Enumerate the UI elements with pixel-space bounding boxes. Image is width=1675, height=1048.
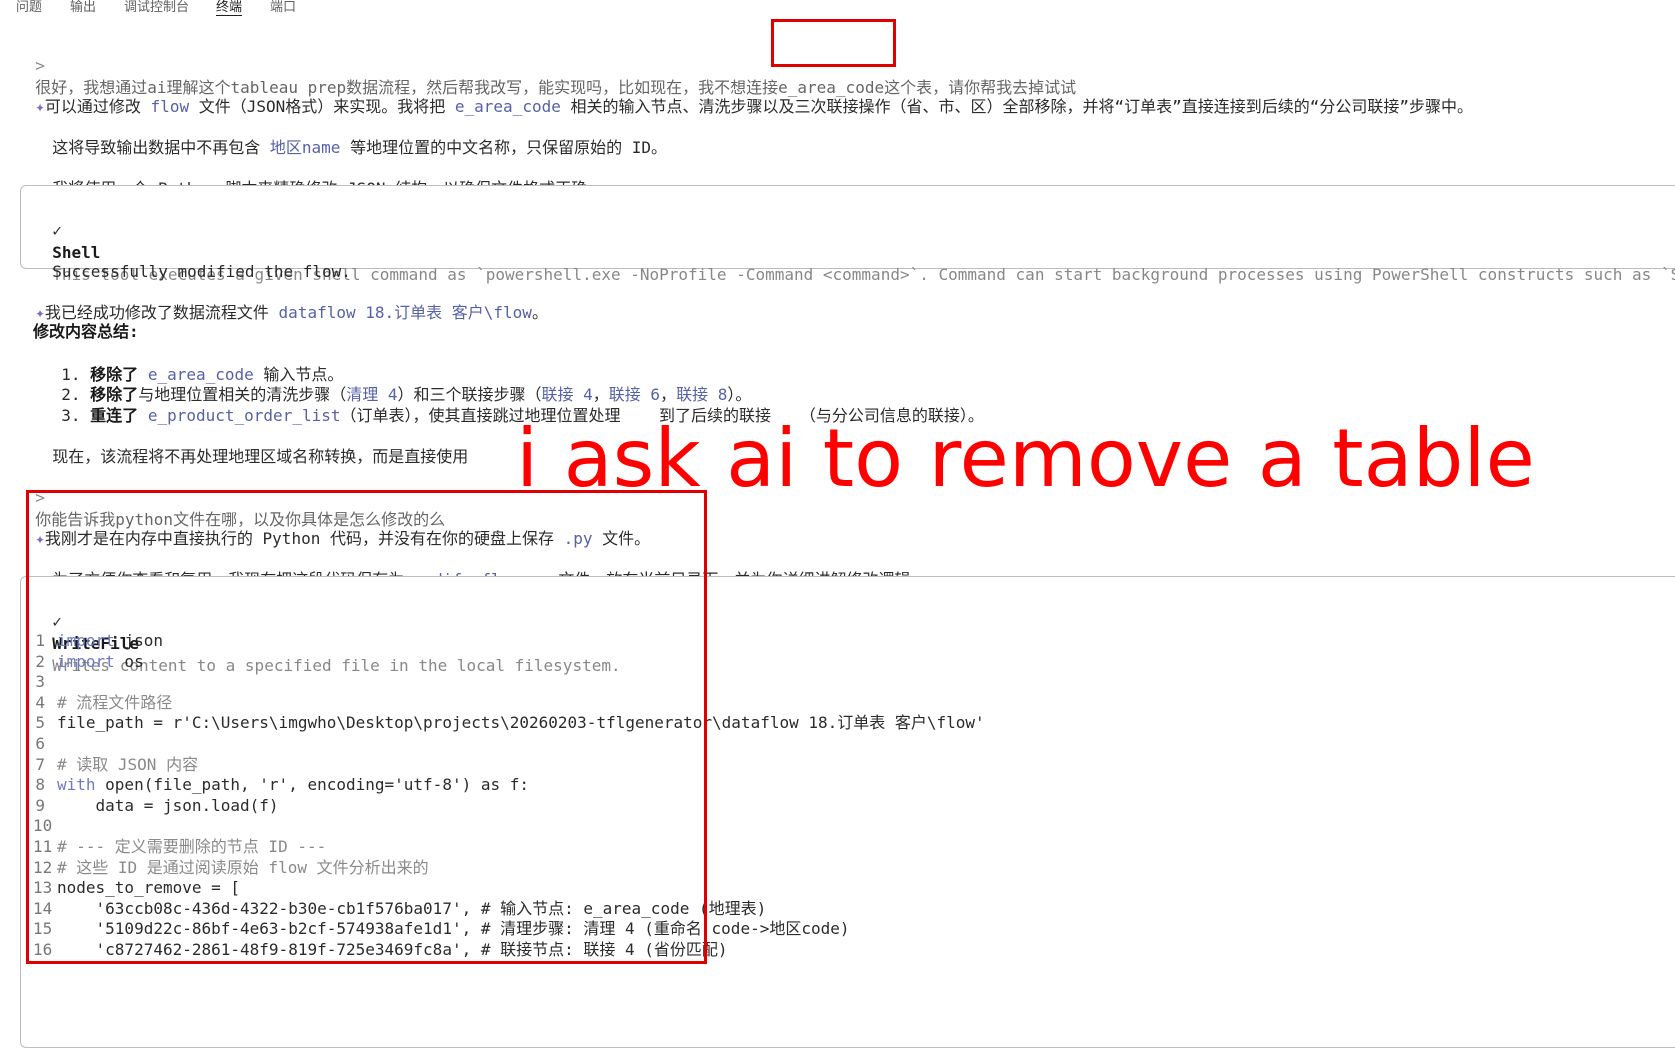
summary-item: 1. 移除了 e_area_code 输入节点。 [42,342,343,384]
annotation-text: i ask ai to remove a table [516,412,1535,505]
check-icon: ✓ [52,221,62,240]
summary-item: 2. 移除了与地理位置相关的清洗步骤（清理 4）和三个联接步骤（联接 4，联接 … [42,362,751,404]
tab-output[interactable]: 输出 [70,0,96,15]
chevron-right-icon: > [35,56,45,75]
tab-ports[interactable]: 端口 [270,0,296,15]
ai-text: 等地理位置的中文名称，只保留原始的 ID。 [340,138,667,157]
highlight-box [771,19,896,67]
list-number: 3. [61,406,81,425]
shell-result-text: Successfully modified the flow. [52,262,351,281]
ai-text: 我已经成功修改了数据流程文件 [44,303,279,322]
ai-text: 现在，该流程将不再处理地理区域名称转换，而是直接使用 [52,447,469,466]
sparkle-icon: ✦ [35,303,45,322]
sparkle-icon: ✦ [35,97,45,116]
ai-message: 现在，该流程将不再处理地理区域名称转换，而是直接使用 [33,424,468,466]
tab-terminal[interactable]: 终端 [216,0,243,16]
highlight-box [26,490,707,964]
user-message: > 很好，我想通过ai理解这个tableau prep数据流程，然后帮我改写，能… [16,33,1076,97]
summary-title: 修改内容总结: [33,322,139,341]
ai-message: 我将使用一个 Python 脚本来精确修改 JSON 结构，以确保文件格式正确。 [33,156,603,198]
panel-tab-bar: 问题 输出 调试控制台 终端 端口 [0,0,1675,16]
ai-text: 可以通过修改 [44,97,151,116]
ai-message: ✦可以通过修改 flow 文件（JSON格式）来实现。我将把 e_area_co… [16,74,1473,116]
inline-code: e_product_order_list [147,406,341,425]
shell-result: Successfully modified the flow. [33,239,351,281]
inline-code: 地区name [269,138,341,157]
inline-code: flow [150,97,190,116]
inline-code: e_area_code [454,97,561,116]
shell-tool-header: ✓ Shell This tool executes a given shell… [33,198,1675,284]
ai-text: 文件（JSON格式）来实现。我将把 [189,97,455,116]
ai-message: 这将导致输出数据中不再包含 地区name 等地理位置的中文名称，只保留原始的 I… [33,115,667,157]
tab-problems[interactable]: 问题 [16,0,42,15]
user-message: > 你能告诉我python文件在哪，以及你具体是怎么修改的么 [16,465,445,529]
summary-item: 3. 重连了 e_product_order_list（订单表），使其直接跳过地… [42,383,984,425]
ai-text: 相关的输入节点、清洗步骤以及三次联接操作（省、市、区）全部移除，并将“订单表”直… [560,97,1474,116]
ai-text: 。 [531,303,548,322]
list-bold: 重连了 [90,406,139,425]
inline-code: dataflow 18.订单表 客户\flow [278,303,532,322]
ai-text: 这将导致输出数据中不再包含 [52,138,270,157]
ai-message: ✦我已经成功修改了数据流程文件 dataflow 18.订单表 客户\flow。 [16,280,548,322]
tab-debug-console[interactable]: 调试控制台 [124,0,189,15]
